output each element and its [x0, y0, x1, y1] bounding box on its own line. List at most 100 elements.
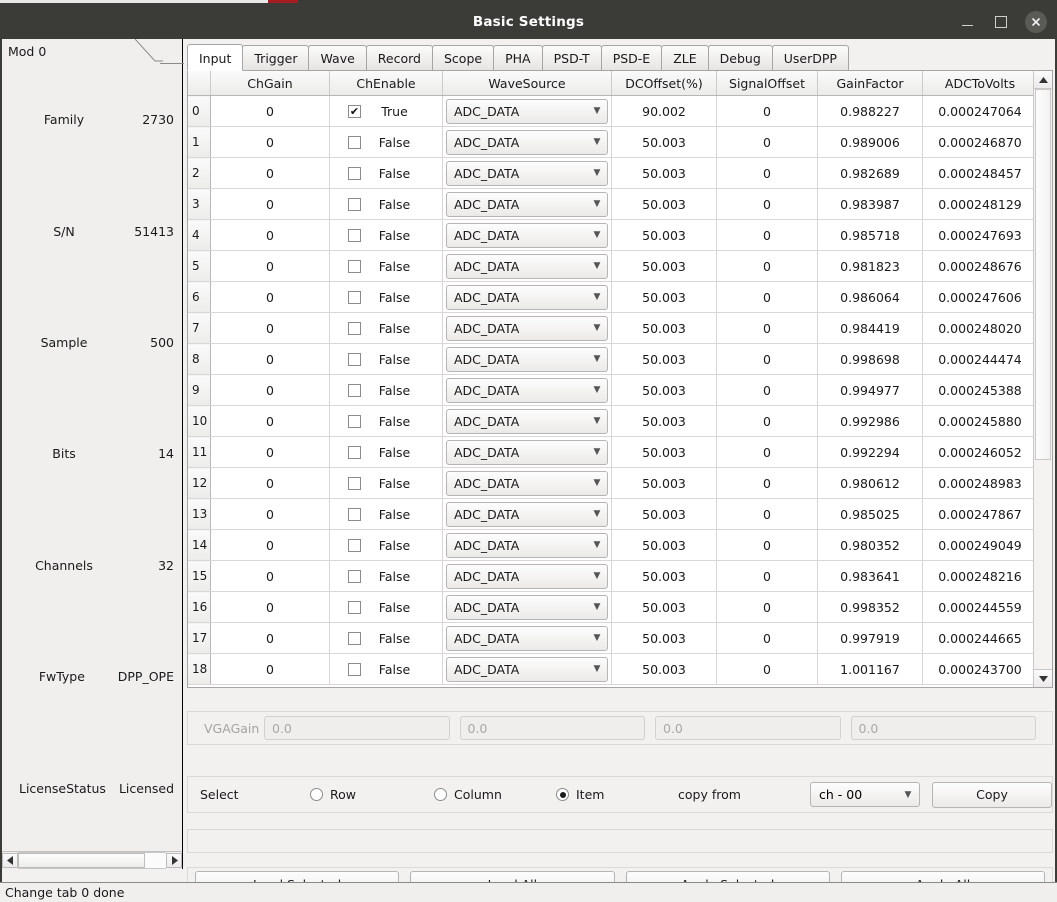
cell-chenable[interactable]: False — [329, 436, 443, 468]
cell-chgain[interactable]: 0 — [210, 467, 330, 499]
row-index-cell[interactable]: 9 — [188, 374, 211, 406]
cell-gainfactor[interactable]: 0.997919 — [817, 622, 923, 654]
cell-chenable[interactable]: False — [329, 219, 443, 251]
cell-dcoffset[interactable]: 50.003 — [611, 529, 717, 561]
scroll-up-icon[interactable] — [1034, 71, 1052, 89]
cell-gainfactor[interactable]: 0.992294 — [817, 436, 923, 468]
table-row[interactable]: 14 0 False ADC_DATA ▼ 50.003 0 0.980352 0.000249… — [188, 529, 1033, 561]
cell-adctovolts[interactable]: 0.000248020 — [922, 312, 1033, 344]
cell-chenable[interactable]: False — [329, 560, 443, 592]
wavesource-dropdown[interactable]: ADC_DATA ▼ — [446, 408, 608, 434]
vgagain-field-0[interactable]: 0.0 — [264, 716, 450, 740]
row-index-cell[interactable]: 12 — [188, 467, 211, 499]
cell-wavesource[interactable]: ADC_DATA ▼ — [442, 281, 612, 313]
cell-signaloffset[interactable]: 0 — [716, 219, 818, 251]
cell-signaloffset[interactable]: 0 — [716, 281, 818, 313]
cell-wavesource[interactable]: ADC_DATA ▼ — [442, 312, 612, 344]
cell-dcoffset[interactable]: 50.003 — [611, 157, 717, 189]
cell-signaloffset[interactable]: 0 — [716, 374, 818, 406]
checkbox-icon[interactable] — [348, 507, 361, 521]
cell-adctovolts[interactable]: 0.000247606 — [922, 281, 1033, 313]
minimize-icon[interactable] — [957, 12, 977, 32]
wavesource-dropdown[interactable]: ADC_DATA ▼ — [446, 594, 608, 620]
table-row[interactable]: 11 0 False ADC_DATA ▼ 50.003 0 0.992294 0.000246… — [188, 436, 1033, 468]
cell-wavesource[interactable]: ADC_DATA ▼ — [442, 157, 612, 189]
cell-signaloffset[interactable]: 0 — [716, 529, 818, 561]
cell-chenable[interactable]: False — [329, 281, 443, 313]
cell-gainfactor[interactable]: 0.988227 — [817, 95, 923, 127]
cell-dcoffset[interactable]: 50.003 — [611, 374, 717, 406]
cell-adctovolts[interactable]: 0.000247064 — [922, 95, 1033, 127]
row-index-cell[interactable]: 6 — [188, 281, 211, 313]
row-index-cell[interactable]: 14 — [188, 529, 211, 561]
cell-dcoffset[interactable]: 50.003 — [611, 188, 717, 220]
wavesource-dropdown[interactable]: ADC_DATA ▼ — [446, 129, 608, 155]
tab-psd-e[interactable]: PSD-E — [600, 45, 663, 70]
cell-signaloffset[interactable]: 0 — [716, 622, 818, 654]
checkbox-icon[interactable] — [348, 414, 361, 428]
cell-adctovolts[interactable]: 0.000246870 — [922, 126, 1033, 158]
cell-dcoffset[interactable]: 50.003 — [611, 250, 717, 282]
cell-adctovolts[interactable]: 0.000244474 — [922, 343, 1033, 375]
cell-wavesource[interactable]: ADC_DATA ▼ — [442, 219, 612, 251]
checkbox-icon[interactable]: ✔ — [348, 104, 361, 118]
cell-wavesource[interactable]: ADC_DATA ▼ — [442, 467, 612, 499]
cell-chenable[interactable]: False — [329, 653, 443, 685]
cell-signaloffset[interactable]: 0 — [716, 157, 818, 189]
table-header-dcoffset[interactable]: DCOffset(%) — [611, 71, 717, 96]
cell-chgain[interactable]: 0 — [210, 591, 330, 623]
cell-gainfactor[interactable]: 0.981823 — [817, 250, 923, 282]
cell-signaloffset[interactable]: 0 — [716, 188, 818, 220]
cell-chgain[interactable]: 0 — [210, 436, 330, 468]
tab-wave[interactable]: Wave — [308, 45, 367, 70]
cell-dcoffset[interactable]: 50.003 — [611, 126, 717, 158]
cell-chgain[interactable]: 0 — [210, 343, 330, 375]
cell-wavesource[interactable]: ADC_DATA ▼ — [442, 560, 612, 592]
table-scroll-track[interactable] — [1034, 89, 1052, 669]
cell-signaloffset[interactable]: 0 — [716, 250, 818, 282]
checkbox-icon[interactable] — [348, 259, 361, 273]
cell-wavesource[interactable]: ADC_DATA ▼ — [442, 95, 612, 127]
cell-gainfactor[interactable]: 0.980612 — [817, 467, 923, 499]
tab-psd-t[interactable]: PSD-T — [541, 45, 602, 70]
cell-wavesource[interactable]: ADC_DATA ▼ — [442, 343, 612, 375]
row-index-cell[interactable]: 10 — [188, 405, 211, 437]
cell-signaloffset[interactable]: 0 — [716, 405, 818, 437]
cell-dcoffset[interactable]: 50.003 — [611, 622, 717, 654]
cell-gainfactor[interactable]: 0.985718 — [817, 219, 923, 251]
checkbox-icon[interactable] — [348, 197, 361, 211]
cell-adctovolts[interactable]: 0.000247867 — [922, 498, 1033, 530]
checkbox-icon[interactable] — [348, 290, 361, 304]
cell-chenable[interactable]: False — [329, 188, 443, 220]
cell-chgain[interactable]: 0 — [210, 281, 330, 313]
checkbox-icon[interactable] — [348, 600, 361, 614]
cell-gainfactor[interactable]: 0.986064 — [817, 281, 923, 313]
cell-chenable[interactable]: ✔ True — [329, 95, 443, 127]
table-row[interactable]: 2 0 False ADC_DATA ▼ 50.003 0 0.982689 0.0002484… — [188, 157, 1033, 189]
table-row[interactable]: 10 0 False ADC_DATA ▼ 50.003 0 0.992986 0.000245… — [188, 405, 1033, 437]
row-index-cell[interactable]: 0 — [188, 95, 211, 127]
wavesource-dropdown[interactable]: ADC_DATA ▼ — [446, 98, 608, 124]
cell-gainfactor[interactable]: 0.994977 — [817, 374, 923, 406]
tab-pha[interactable]: PHA — [493, 45, 543, 70]
scroll-right-icon[interactable] — [166, 853, 182, 868]
vgagain-field-2[interactable]: 0.0 — [655, 716, 841, 740]
table-row[interactable]: 13 0 False ADC_DATA ▼ 50.003 0 0.985025 0.000247… — [188, 498, 1033, 530]
cell-adctovolts[interactable]: 0.000246052 — [922, 436, 1033, 468]
cell-dcoffset[interactable]: 50.003 — [611, 281, 717, 313]
cell-wavesource[interactable]: ADC_DATA ▼ — [442, 374, 612, 406]
cell-gainfactor[interactable]: 0.980352 — [817, 529, 923, 561]
maximize-icon[interactable] — [991, 12, 1011, 32]
table-row[interactable]: 5 0 False ADC_DATA ▼ 50.003 0 0.981823 0.0002486… — [188, 250, 1033, 282]
table-row[interactable]: 18 0 False ADC_DATA ▼ 50.003 0 1.001167 0.000243… — [188, 653, 1033, 685]
table-header-chenable[interactable]: ChEnable — [329, 71, 443, 96]
wavesource-dropdown[interactable]: ADC_DATA ▼ — [446, 501, 608, 527]
cell-wavesource[interactable]: ADC_DATA ▼ — [442, 188, 612, 220]
table-header-chgain[interactable]: ChGain — [210, 71, 330, 96]
cell-gainfactor[interactable]: 0.984419 — [817, 312, 923, 344]
radio-row-icon[interactable] — [310, 788, 323, 801]
table-scroll-thumb[interactable] — [1035, 89, 1051, 461]
row-index-cell[interactable]: 17 — [188, 622, 211, 654]
cell-wavesource[interactable]: ADC_DATA ▼ — [442, 622, 612, 654]
checkbox-icon[interactable] — [348, 228, 361, 242]
